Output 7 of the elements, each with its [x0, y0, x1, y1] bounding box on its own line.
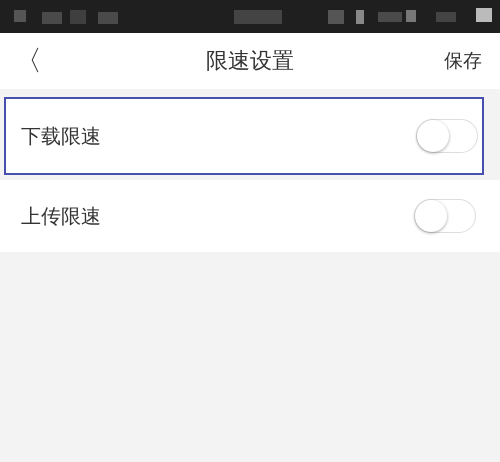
toggle-switch[interactable] [414, 199, 476, 233]
setting-label: 上传限速 [21, 202, 101, 230]
setting-label: 下载限速 [21, 122, 101, 150]
save-button[interactable]: 保存 [444, 48, 482, 74]
back-button[interactable]: 〈 [14, 42, 42, 80]
toggle-switch[interactable] [416, 119, 478, 153]
page-title: 限速设置 [206, 48, 294, 76]
